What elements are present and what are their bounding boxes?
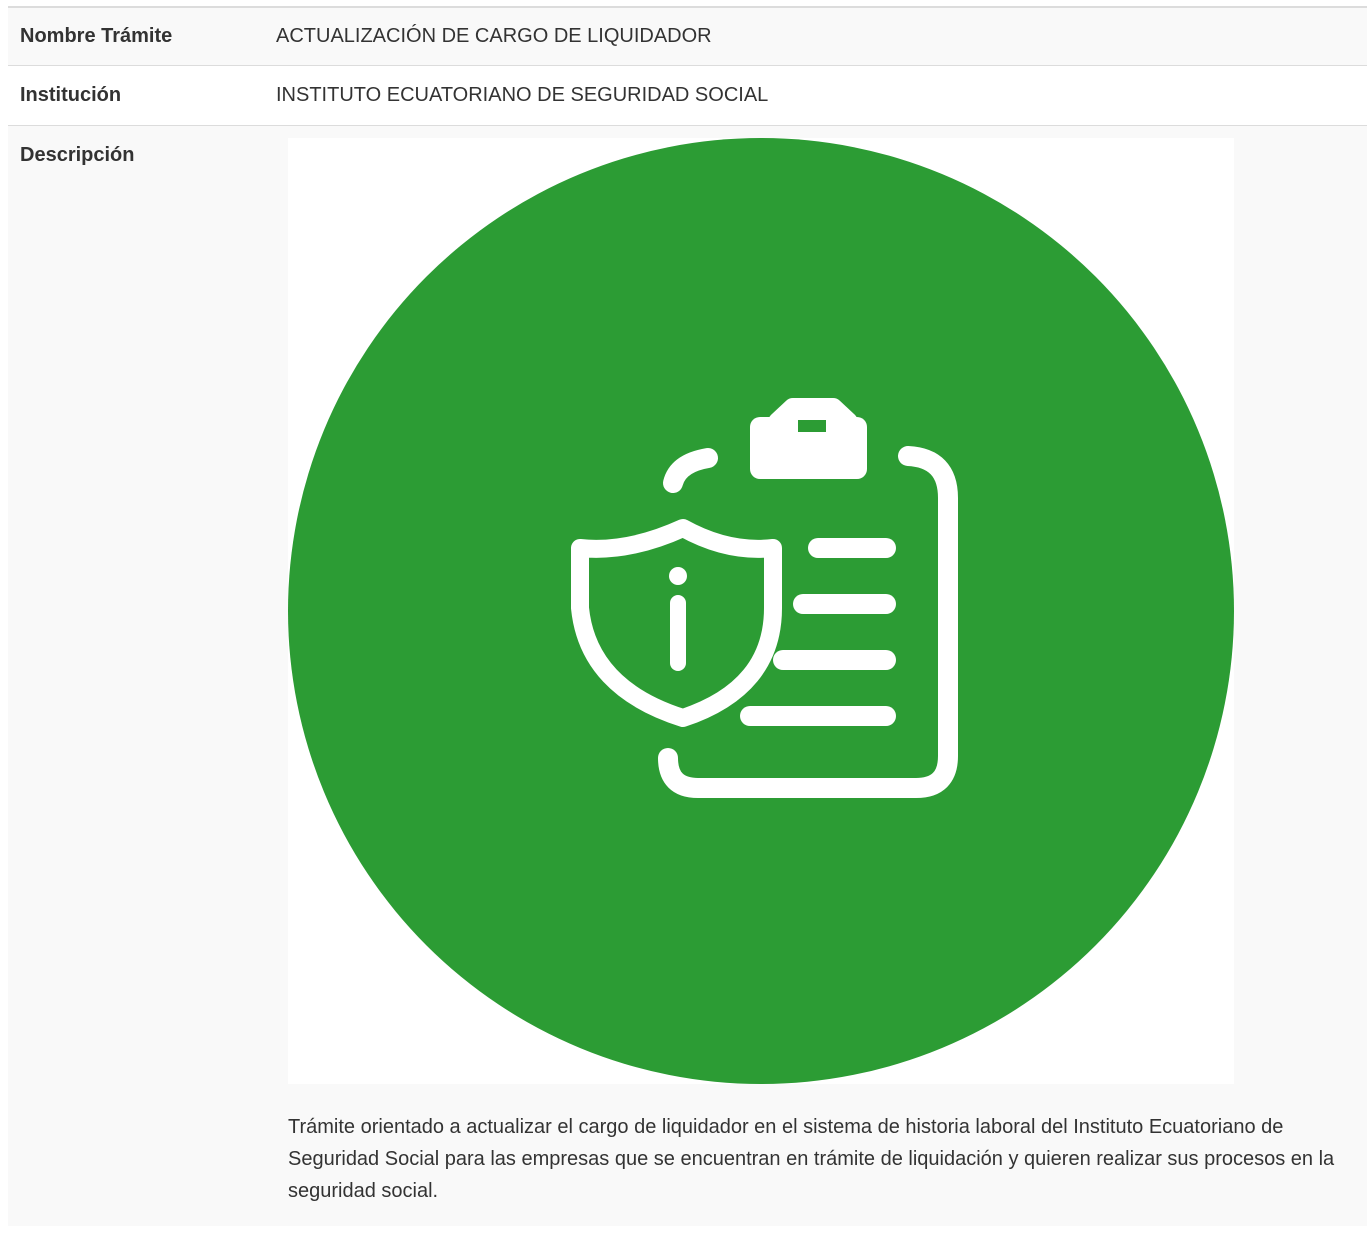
- row-institucion: Institución INSTITUTO ECUATORIANO DE SEG…: [8, 66, 1367, 126]
- clipboard-shield-info-icon: [288, 138, 1234, 1084]
- institucion-value: INSTITUTO ECUATORIANO DE SEGURIDAD SOCIA…: [276, 84, 769, 106]
- nombre-tramite-value: ACTUALIZACIÓN DE CARGO DE LIQUIDADOR: [276, 25, 712, 47]
- descripcion-label: Descripción: [20, 144, 135, 166]
- institucion-label: Institución: [20, 84, 122, 106]
- tramite-details-table: Nombre Trámite ACTUALIZACIÓN DE CARGO DE…: [8, 6, 1367, 1226]
- descripcion-value: Trámite orientado a actualizar el cargo …: [276, 126, 1367, 1226]
- row-nombre-tramite: Nombre Trámite ACTUALIZACIÓN DE CARGO DE…: [8, 8, 1367, 66]
- row-descripcion: Descripción Trámite orientado a actualiz…: [8, 126, 1367, 1226]
- nombre-tramite-label: Nombre Trámite: [20, 25, 173, 47]
- descripcion-text: Trámite orientado a actualizar el cargo …: [288, 1116, 1335, 1202]
